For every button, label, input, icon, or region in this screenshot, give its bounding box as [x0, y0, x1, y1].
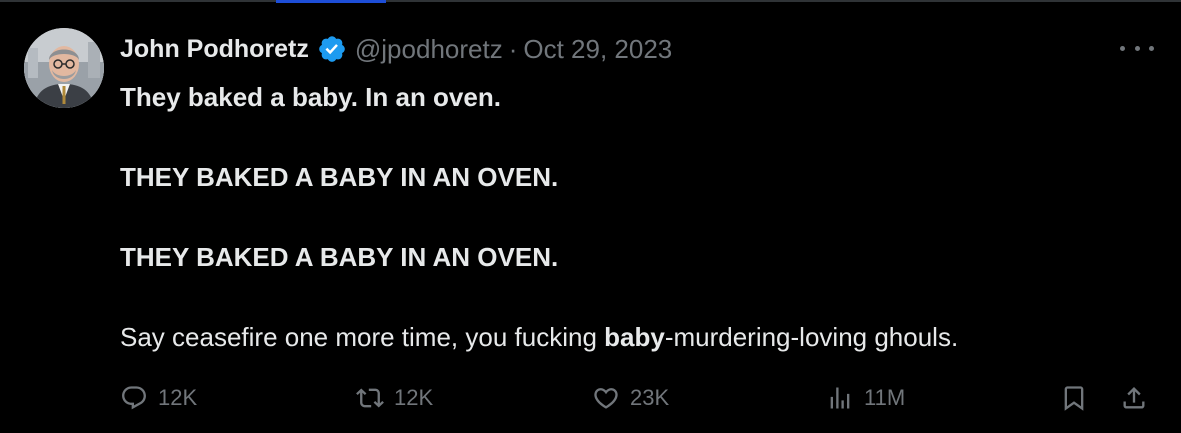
author-name[interactable]: John Podhoretz: [120, 35, 309, 64]
tweet-line-4-end: -murdering-loving ghouls.: [664, 322, 959, 352]
author-handle[interactable]: @jpodhoretz: [355, 34, 503, 64]
author-meta: @jpodhoretz · Oct 29, 2023: [355, 34, 672, 65]
more-icon[interactable]: [1120, 36, 1154, 60]
like-icon: [592, 384, 620, 412]
reply-button[interactable]: 12K: [120, 380, 197, 416]
bookmark-button[interactable]: [1060, 380, 1088, 416]
avatar[interactable]: [24, 28, 104, 108]
action-bar: 12K 12K 23K 11M: [120, 380, 1160, 416]
views-count: 11M: [864, 385, 906, 410]
tweet-line-2: THEY BAKED A BABY IN AN OVEN.: [120, 162, 559, 192]
tweet-line-1: They baked a baby. In an oven.: [120, 82, 501, 112]
reply-icon: [120, 384, 148, 412]
share-icon: [1120, 384, 1148, 412]
views-icon: [826, 384, 854, 412]
like-count: 23K: [630, 385, 670, 410]
reply-count: 12K: [158, 385, 198, 410]
tweet: John Podhoretz @jpodhoretz · Oct 29, 2023 …: [0, 0, 1181, 433]
tweet-header: John Podhoretz @jpodhoretz · Oct 29, 2023: [120, 31, 672, 67]
tweet-line-4-bold: baby: [604, 322, 665, 352]
like-button[interactable]: 23K: [592, 380, 669, 416]
views-button[interactable]: 11M: [826, 380, 905, 416]
meta-separator: ·: [508, 33, 518, 64]
bookmark-icon: [1060, 384, 1088, 412]
repost-icon: [356, 384, 384, 412]
repost-button[interactable]: 12K: [356, 380, 433, 416]
tweet-line-3: THEY BAKED A BABY IN AN OVEN.: [120, 242, 559, 272]
share-button[interactable]: [1120, 380, 1148, 416]
tweet-date[interactable]: Oct 29, 2023: [523, 34, 672, 64]
verified-badge-icon[interactable]: [317, 34, 347, 64]
tweet-line-4-start: Say ceasefire one more time, you fucking: [120, 322, 605, 352]
repost-count: 12K: [394, 385, 434, 410]
tweet-line-4: Say ceasefire one more time, you fucking…: [120, 317, 958, 357]
